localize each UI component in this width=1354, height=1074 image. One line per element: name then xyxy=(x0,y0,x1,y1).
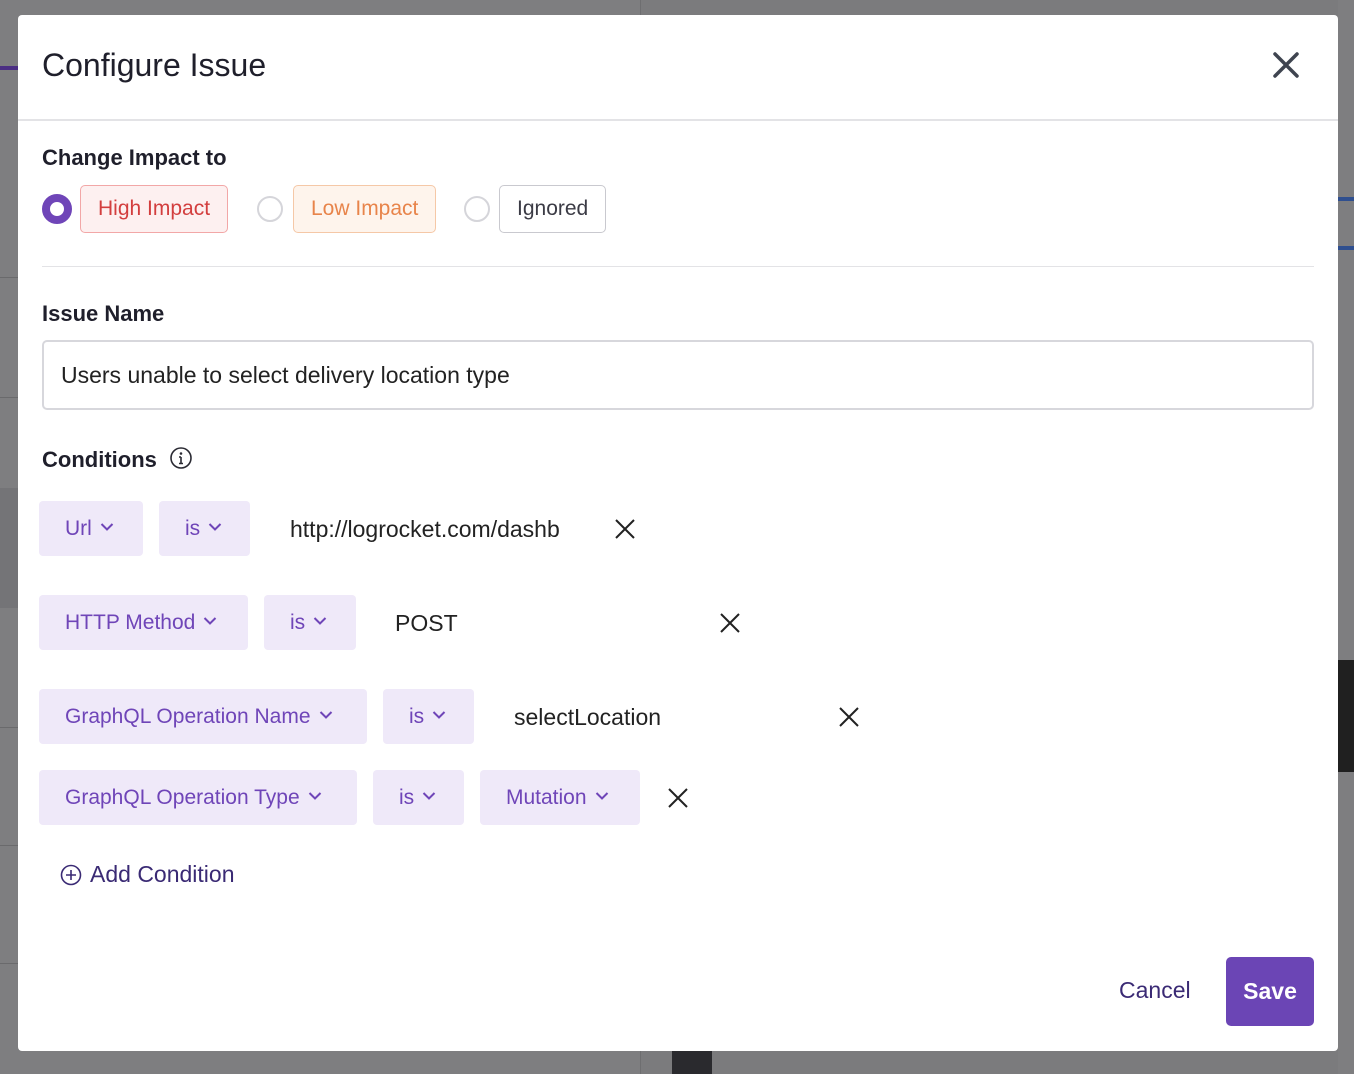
section-divider xyxy=(42,266,1314,267)
chevron-down-icon xyxy=(208,523,222,532)
configure-issue-modal: Configure Issue Change Impact to High Im… xyxy=(18,15,1338,1051)
high-impact-option[interactable]: High Impact xyxy=(80,185,229,233)
condition-field-label: HTTP Method xyxy=(65,611,196,634)
radio-high-impact[interactable] xyxy=(42,194,72,224)
condition-operator-label: is xyxy=(399,786,415,809)
background-accent-bar xyxy=(1338,246,1354,250)
ignored-option[interactable]: Ignored xyxy=(499,185,607,233)
chevron-down-icon xyxy=(308,792,321,801)
background-media-block xyxy=(1338,660,1354,772)
condition-field-select[interactable]: HTTP Method xyxy=(39,595,248,650)
condition-value-select[interactable]: Mutation xyxy=(480,770,640,825)
condition-operator-label: is xyxy=(290,611,306,634)
chevron-down-icon xyxy=(313,617,327,626)
radio-low-impact[interactable] xyxy=(257,196,283,222)
chevron-down-icon xyxy=(100,523,114,532)
chevron-down-icon xyxy=(204,617,217,626)
close-icon[interactable] xyxy=(1270,49,1302,81)
condition-operator-select[interactable]: is xyxy=(159,501,250,556)
condition-field-label: Url xyxy=(65,517,92,540)
background-tab-underline xyxy=(0,66,18,70)
condition-field-select[interactable]: GraphQL Operation Type xyxy=(39,770,357,825)
radio-ignored[interactable] xyxy=(464,196,490,222)
info-icon[interactable] xyxy=(169,446,193,470)
condition-operator-select[interactable]: is xyxy=(383,689,474,744)
save-button[interactable]: Save xyxy=(1226,957,1314,1026)
condition-field-select[interactable]: Url xyxy=(39,501,143,556)
close-icon[interactable] xyxy=(838,706,860,728)
low-impact-option[interactable]: Low Impact xyxy=(293,185,437,233)
condition-field-label: GraphQL Operation Name xyxy=(65,705,311,728)
condition-value-input[interactable]: selectLocation xyxy=(514,704,794,731)
plus-circle-icon xyxy=(60,864,82,885)
add-condition-label: Add Condition xyxy=(90,861,235,887)
chevron-down-icon xyxy=(595,792,608,801)
background-block xyxy=(672,1050,712,1074)
condition-field-label: GraphQL Operation Type xyxy=(65,786,300,809)
condition-value-input[interactable]: POST xyxy=(395,610,675,637)
modal-header: Configure Issue xyxy=(18,15,1338,121)
condition-operator-label: is xyxy=(409,705,425,728)
issue-name-label: Issue Name xyxy=(42,301,165,326)
chevron-down-icon xyxy=(422,792,436,801)
modal-title: Configure Issue xyxy=(42,47,267,83)
background-row xyxy=(0,488,18,608)
background-right-panel xyxy=(1338,0,1354,1074)
condition-value-input[interactable]: http://logrocket.com/dashb xyxy=(290,516,562,543)
condition-value-label: Mutation xyxy=(506,786,587,809)
close-icon[interactable] xyxy=(719,612,741,634)
issue-name-input[interactable]: Users unable to select delivery location… xyxy=(42,340,1314,410)
background-accent-bar xyxy=(1338,197,1354,201)
condition-operator-label: is xyxy=(185,517,201,540)
cancel-button[interactable]: Cancel xyxy=(1119,977,1191,1004)
condition-operator-select[interactable]: is xyxy=(373,770,464,825)
chevron-down-icon xyxy=(432,711,446,720)
condition-operator-select[interactable]: is xyxy=(264,595,356,650)
close-icon[interactable] xyxy=(614,518,636,540)
add-condition-button[interactable]: Add Condition xyxy=(60,861,235,888)
conditions-label: Conditions xyxy=(42,447,157,472)
chevron-down-icon xyxy=(319,711,332,720)
condition-field-select[interactable]: GraphQL Operation Name xyxy=(39,689,367,744)
change-impact-label: Change Impact to xyxy=(42,145,227,170)
close-icon[interactable] xyxy=(667,787,689,809)
